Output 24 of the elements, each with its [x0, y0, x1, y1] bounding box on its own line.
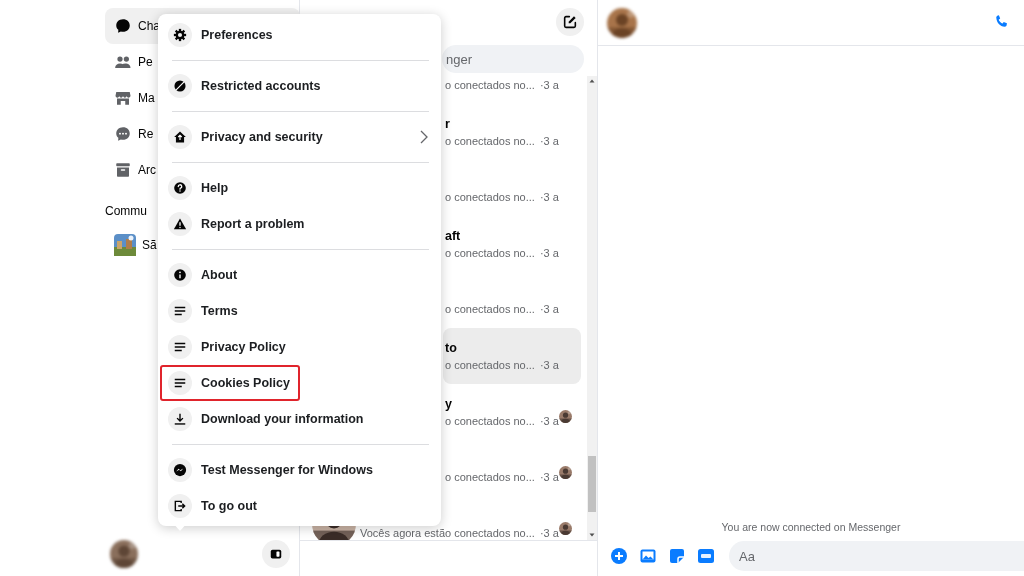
message-preview: o conectados no...	[445, 190, 535, 205]
timestamp: ·3 a	[539, 414, 559, 429]
section-heading: Commu	[105, 203, 148, 220]
message-preview: o conectados no...	[445, 358, 535, 373]
timestamp: ·3 a	[539, 190, 559, 205]
message-preview: o conectados no...	[445, 246, 535, 261]
message-preview: o conectados no...	[445, 78, 535, 93]
timestamp: ·3 a	[539, 134, 559, 149]
timestamp: ·3 a	[539, 246, 559, 261]
contact-name: y	[445, 397, 452, 411]
timestamp: ·3 a	[539, 526, 559, 540]
message-preview: o conectados no...	[445, 134, 535, 149]
contact-name: r	[445, 117, 450, 131]
timestamp: ·3 a	[539, 78, 559, 93]
timestamp: ·3 a	[539, 470, 559, 485]
message-preview: o conectados no...	[445, 302, 535, 317]
contact-name: aft	[445, 229, 461, 243]
message-preview: o conectados no...	[445, 470, 535, 485]
timestamp: ·3 a	[539, 358, 559, 373]
timestamp: ·3 a	[539, 302, 559, 317]
contact-name: to	[445, 341, 457, 355]
message-preview: Vocês agora estão conectados no...	[360, 526, 535, 540]
connection-notice: You are now connected on Messenger	[721, 520, 901, 536]
message-preview: o conectados no...	[445, 414, 535, 429]
